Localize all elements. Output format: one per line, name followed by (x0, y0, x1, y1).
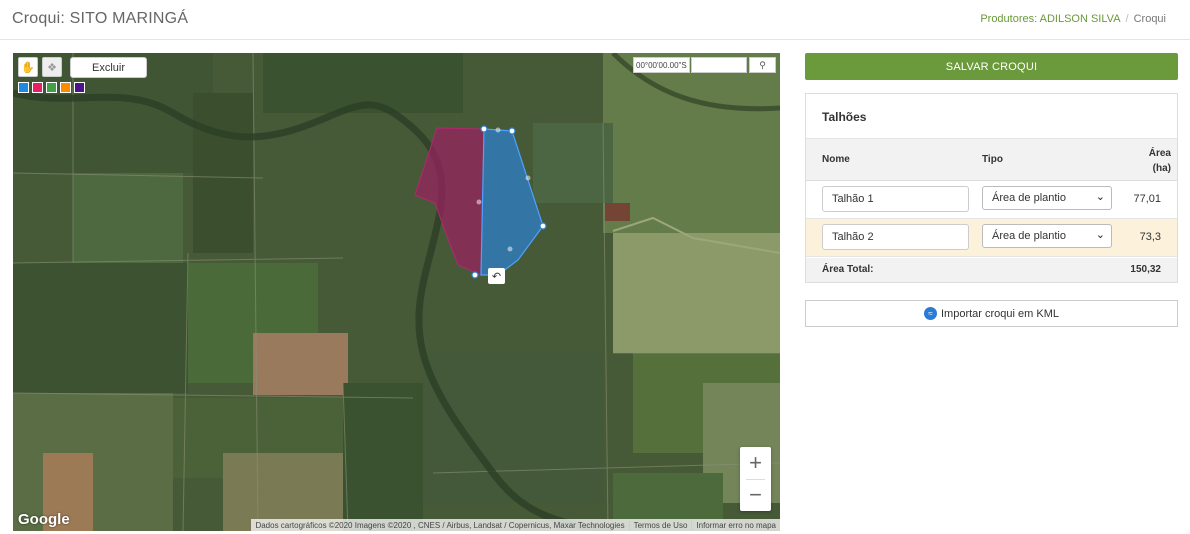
panel-heading: Talhões (822, 110, 867, 124)
field-name-input[interactable] (822, 186, 969, 212)
field-type-value: Área de plantio (992, 192, 1066, 204)
report-error-link[interactable]: Informar erro no mapa (691, 520, 780, 530)
save-sketch-button[interactable]: SALVAR CROQUI (805, 53, 1178, 80)
breadcrumb-current: Croqui (1133, 13, 1166, 25)
satellite-map[interactable]: ✋ ❖ Excluir 00°00'00.00"S ⚲ ↶ + − Google… (13, 53, 780, 531)
midpoint-handle[interactable] (476, 199, 482, 205)
column-area-label: Área (1148, 148, 1171, 159)
undo-icon[interactable]: ↶ (488, 268, 505, 284)
vertex-handle[interactable] (508, 127, 516, 135)
field-area-value: 73,3 (1139, 231, 1161, 243)
kml-globe-icon: ≈ (924, 307, 937, 320)
column-nome: Nome (822, 154, 850, 165)
swatch-green[interactable] (46, 82, 57, 93)
map-toolbar: ✋ ❖ Excluir (18, 57, 147, 78)
total-row: Área Total: 150,32 (806, 258, 1177, 282)
total-value: 150,32 (1130, 264, 1161, 275)
zoom-out-button[interactable]: − (740, 479, 771, 511)
attribution-text: Dados cartográficos ©2020 Imagens ©2020 … (255, 520, 625, 530)
vertex-handle[interactable] (480, 125, 488, 133)
import-kml-label: Importar croqui em KML (941, 307, 1059, 320)
swatch-orange[interactable] (60, 82, 71, 93)
field-name-input[interactable] (822, 224, 969, 250)
total-label: Área Total: (822, 264, 874, 275)
coordinate-field[interactable] (691, 57, 747, 73)
table-row: Área de plantio ⌄ 77,01 (806, 181, 1177, 219)
delete-shape-button[interactable]: Excluir (70, 57, 147, 78)
magnifier-icon[interactable]: ⚲ (749, 57, 776, 73)
chevron-down-icon: ⌄ (1095, 191, 1105, 203)
zoom-divider (746, 479, 765, 480)
field-type-select[interactable]: Área de plantio ⌄ (982, 224, 1112, 248)
swatch-blue[interactable] (18, 82, 29, 93)
vertex-handle[interactable] (539, 222, 547, 230)
hand-icon[interactable]: ✋ (18, 57, 38, 77)
swatch-purple[interactable] (74, 82, 85, 93)
vertex-handle[interactable] (471, 271, 479, 279)
map-imagery (13, 53, 780, 531)
field-type-value: Área de plantio (992, 230, 1066, 242)
import-kml-button[interactable]: ≈ Importar croqui em KML (805, 300, 1178, 327)
terms-link[interactable]: Termos de Uso (628, 520, 692, 530)
table-row: Área de plantio ⌄ 73,3 (806, 219, 1177, 257)
zoom-in-button[interactable]: + (740, 447, 771, 479)
table-header: Nome Tipo Área (ha) (806, 139, 1177, 181)
page-title: Croqui: SITO MARINGÁ (12, 10, 189, 27)
chevron-down-icon: ⌄ (1095, 229, 1105, 241)
breadcrumb-separator: / (1125, 13, 1129, 25)
google-logo: Google (18, 511, 70, 528)
midpoint-handle[interactable] (495, 127, 501, 133)
breadcrumb-producer-link[interactable]: Produtores: ADILSON SILVA (980, 13, 1120, 25)
column-tipo: Tipo (982, 154, 1003, 165)
top-bar: Croqui: SITO MARINGÁ Produtores: ADILSON… (0, 0, 1190, 40)
color-swatches (18, 82, 85, 93)
column-area-unit: (ha) (1152, 163, 1171, 174)
swatch-pink[interactable] (32, 82, 43, 93)
coordinate-input[interactable]: 00°00'00.00"S (633, 57, 690, 73)
polygon-draw-icon[interactable]: ❖ (42, 57, 62, 77)
field-type-select[interactable]: Área de plantio ⌄ (982, 186, 1112, 210)
breadcrumb: Produtores: ADILSON SILVA / Croqui (980, 13, 1166, 25)
field-area-value: 77,01 (1133, 193, 1161, 205)
midpoint-handle[interactable] (507, 246, 513, 252)
midpoint-handle[interactable] (525, 175, 531, 181)
zoom-control: + − (740, 447, 771, 511)
map-attribution: Dados cartográficos ©2020 Imagens ©2020 … (251, 519, 780, 531)
column-area: Área (ha) (1149, 146, 1171, 176)
fields-panel: Talhões Nome Tipo Área (ha) Área de plan… (805, 93, 1178, 283)
